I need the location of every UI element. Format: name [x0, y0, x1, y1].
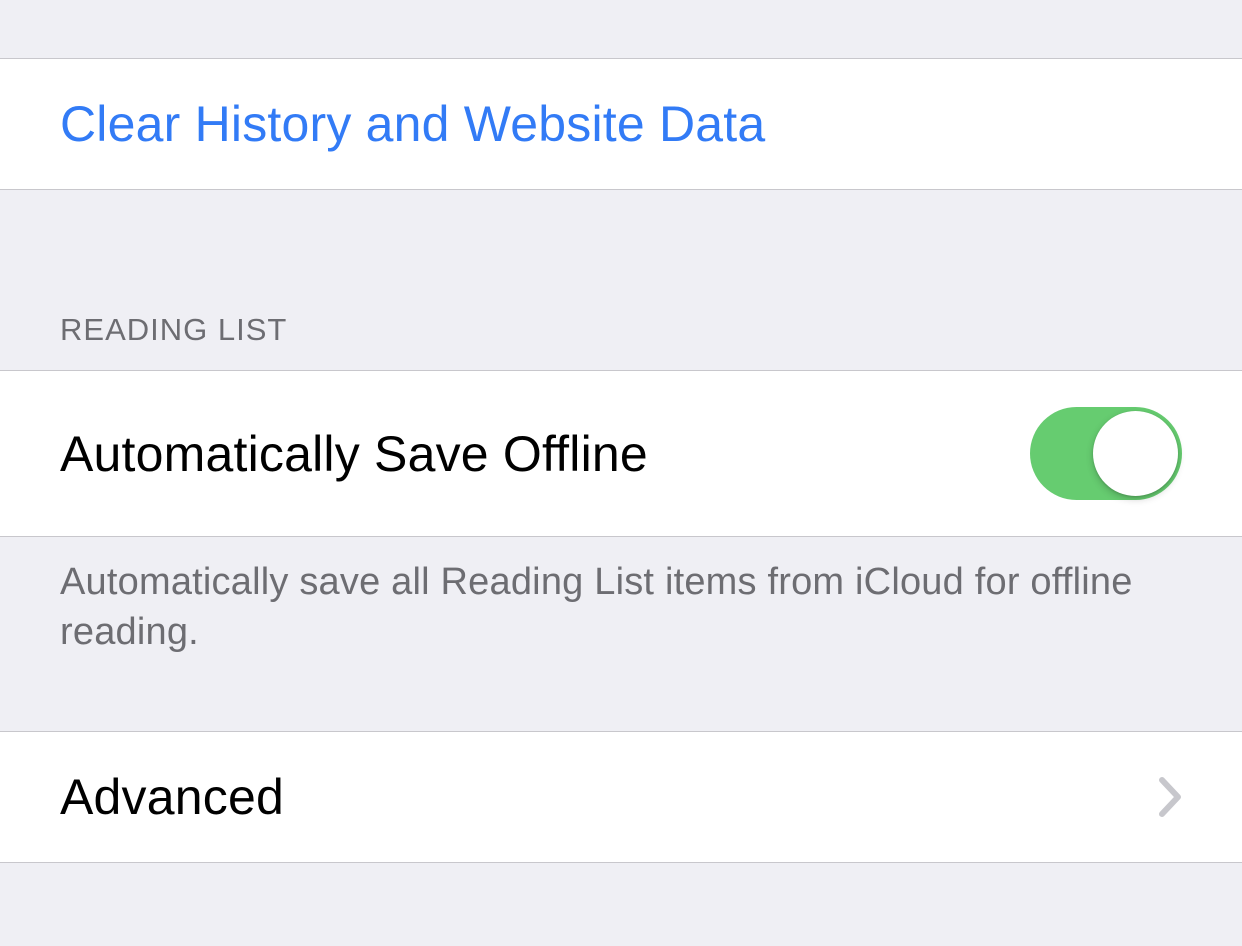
advanced-cell[interactable]: Advanced — [0, 731, 1242, 863]
toggle-knob — [1093, 411, 1178, 496]
advanced-label: Advanced — [60, 768, 284, 826]
auto-save-offline-label: Automatically Save Offline — [60, 425, 648, 483]
reading-list-header: READING LIST — [0, 312, 1242, 370]
mid-spacer — [0, 657, 1242, 731]
clear-history-label: Clear History and Website Data — [60, 95, 765, 153]
clear-history-cell[interactable]: Clear History and Website Data — [0, 58, 1242, 190]
top-spacer — [0, 0, 1242, 58]
reading-list-footer: Automatically save all Reading List item… — [0, 537, 1242, 657]
chevron-right-icon — [1158, 776, 1182, 818]
auto-save-offline-cell[interactable]: Automatically Save Offline — [0, 370, 1242, 537]
auto-save-offline-toggle[interactable] — [1030, 407, 1182, 500]
